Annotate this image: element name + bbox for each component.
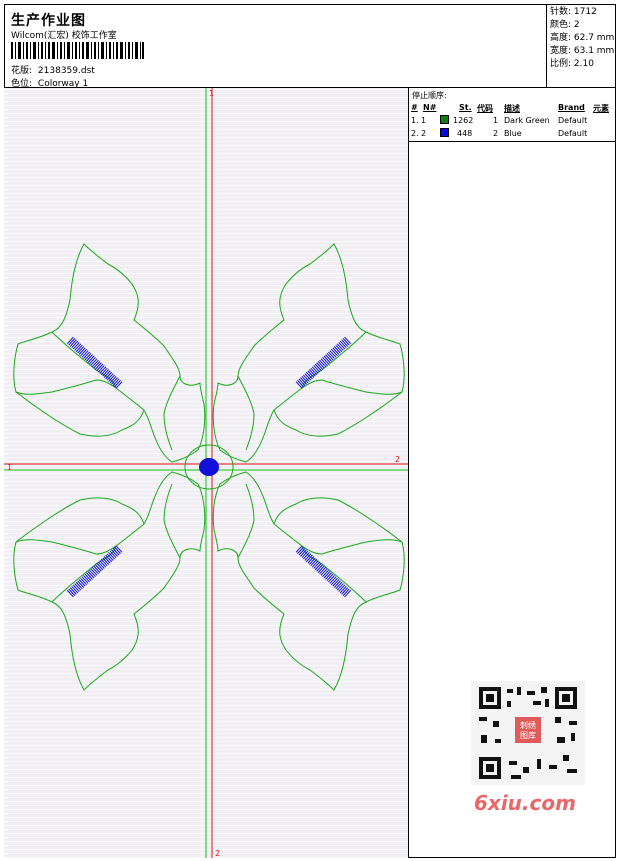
stop-sequence-panel: 停止顺序: # N# St. 代码 描述 Brand 元素 1. 1 1262 … xyxy=(409,88,616,142)
design-width: 宽度: 63.1 mm xyxy=(550,46,615,56)
row-code: 2 xyxy=(493,129,499,138)
design-height: 高度: 62.7 mm xyxy=(550,33,615,43)
row-brand: Default xyxy=(558,116,588,125)
row-code: 1 xyxy=(493,116,499,125)
color-swatch xyxy=(440,128,449,137)
svg-text:图库: 图库 xyxy=(520,730,536,740)
col-header-element: 元素 xyxy=(593,104,609,113)
page-title: 生产作业图 xyxy=(11,13,86,29)
watermark-brand[interactable]: 6xiu.com xyxy=(474,791,576,815)
barcode-icon xyxy=(11,42,144,59)
qr-logo-text: 刺绣 xyxy=(520,720,536,730)
stats-panel: 针数: 1712 颜色: 2 高度: 62.7 mm 宽度: 63.1 mm 比… xyxy=(546,4,616,88)
quadrant-top-left xyxy=(14,244,205,462)
row-index: 1. xyxy=(411,116,419,125)
header: 生产作业图 Wilcom(汇宏) 校饰工作室 花版: 2138359.dst 色… xyxy=(4,4,616,89)
row-n: 2 xyxy=(421,129,427,138)
design-info: 花版: 2138359.dst xyxy=(11,63,95,76)
col-header-index: # xyxy=(411,103,418,112)
row-stitches: 448 xyxy=(457,129,473,138)
color-swatch xyxy=(440,115,449,124)
col-header-stitches: St. xyxy=(459,103,472,112)
design-file: 2138359.dst xyxy=(37,66,95,76)
stop-sequence-title: 停止顺序: xyxy=(412,91,447,100)
axis-marker-right: 2 xyxy=(395,455,400,464)
col-header-n: N# xyxy=(423,103,437,112)
quadrant-top-right xyxy=(213,244,404,462)
stitch-count: 针数: 1712 xyxy=(550,7,597,17)
qr-code-icon: 刺绣 图库 xyxy=(471,681,585,785)
design-scale: 比例: 2.10 xyxy=(550,59,594,69)
center-fill xyxy=(199,458,219,476)
color-count: 颜色: 2 xyxy=(550,20,580,30)
studio-name: Wilcom(汇宏) 校饰工作室 xyxy=(11,31,117,41)
design-canvas[interactable]: 1 2 1 2 xyxy=(4,88,409,858)
row-brand: Default xyxy=(558,129,588,138)
col-header-brand: Brand xyxy=(558,103,585,112)
quadrant-bottom-left xyxy=(14,472,205,690)
quadrant-bottom-right xyxy=(213,472,404,690)
row-desc: Dark Green xyxy=(504,116,550,125)
axis-marker-left: 1 xyxy=(7,463,12,472)
col-header-desc: 描述 xyxy=(504,104,520,113)
row-n: 1 xyxy=(421,116,427,125)
axis-marker-top: 1 xyxy=(209,89,214,98)
row-index: 2. xyxy=(411,129,419,138)
col-header-code: 代码 xyxy=(477,104,493,113)
axis-marker-bottom: 2 xyxy=(215,849,220,858)
row-stitches: 1262 xyxy=(453,116,474,125)
design-label: 花版: xyxy=(11,66,33,76)
embroidery-preview: 1 2 1 2 xyxy=(4,88,408,858)
row-desc: Blue xyxy=(504,129,522,138)
